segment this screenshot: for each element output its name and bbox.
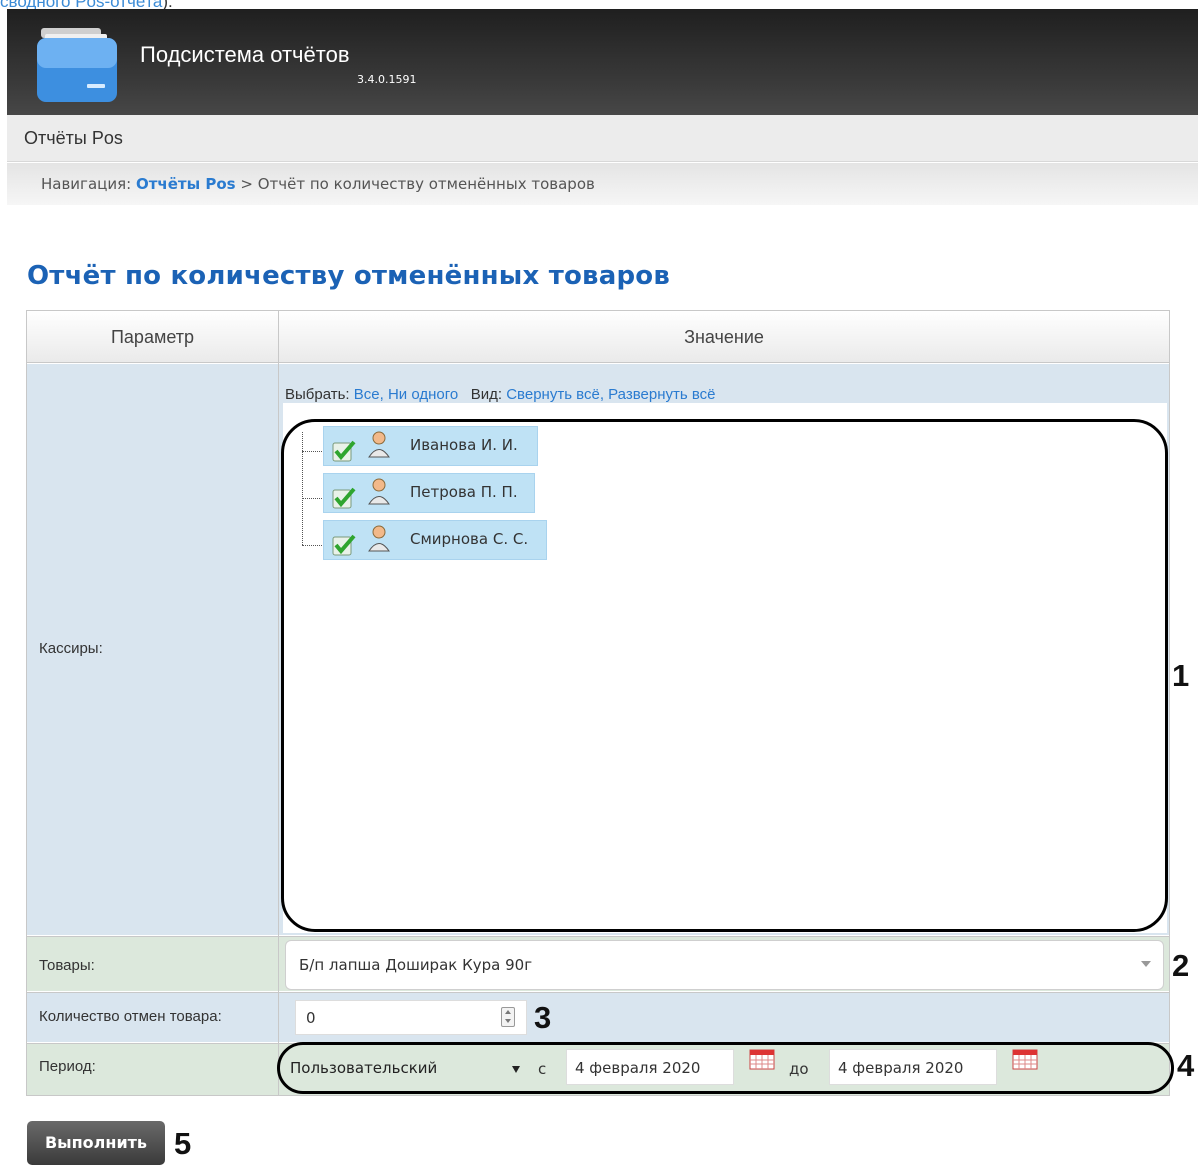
goods-label: Товары: (39, 957, 95, 974)
cancel-count-value: 0 (306, 1009, 316, 1027)
app-header: Подсистема отчётов 3.4.0.1591 (7, 9, 1198, 115)
column-header-value: Значение (279, 311, 1169, 363)
breadcrumb-current: Отчёт по количеству отменённых товаров (257, 175, 595, 193)
spinner-arrows-icon[interactable] (501, 1007, 515, 1027)
folder-app-icon (37, 28, 117, 102)
column-divider (278, 311, 279, 1095)
collapse-all-link[interactable]: Свернуть всё, (506, 386, 604, 403)
callout-frame-cashiers (281, 419, 1168, 932)
select-all-link[interactable]: Все, (354, 386, 384, 403)
goods-combobox[interactable]: Б/п лапша Доширак Кура 90г (285, 940, 1164, 990)
callout-number: 1 (1172, 658, 1190, 693)
expand-all-link[interactable]: Развернуть всё (608, 386, 715, 403)
section-header: Отчёты Pos (7, 115, 1198, 162)
run-button[interactable]: Выполнить (27, 1121, 165, 1165)
cancel-count-stepper[interactable]: 0 (295, 1000, 527, 1035)
callout-number: 5 (174, 1126, 192, 1161)
app-title: Подсистема отчётов (140, 42, 350, 67)
callout-number: 2 (1172, 948, 1190, 983)
goods-value: Б/п лапша Доширак Кура 90г (299, 956, 533, 974)
column-header-parameter: Параметр (27, 311, 278, 363)
view-label: Вид: (470, 386, 503, 403)
select-label: Выбрать: (285, 386, 350, 403)
breadcrumb: Навигация: Отчёты Pos > Отчёт по количес… (7, 163, 1198, 205)
callout-number: 4 (1177, 1048, 1195, 1083)
section-title: Отчёты Pos (24, 128, 123, 148)
page-title: Отчёт по количеству отменённых товаров (27, 261, 670, 291)
select-none-link[interactable]: Ни одного (388, 386, 458, 403)
callout-number: 3 (534, 1000, 552, 1035)
callout-frame-period (277, 1042, 1174, 1094)
count-label: Количество отмен товара: (39, 1008, 222, 1025)
cashiers-label: Кассиры: (39, 640, 103, 657)
breadcrumb-separator: > (240, 175, 253, 193)
app-version: 3.4.0.1591 (357, 73, 417, 86)
breadcrumb-link-pos-reports[interactable]: Отчёты Pos (136, 175, 236, 193)
selection-toolbar: Выбрать: Все, Ни одного Вид: Свернуть вс… (285, 386, 715, 403)
breadcrumb-prefix: Навигация: (41, 175, 132, 193)
period-label: Период: (39, 1058, 96, 1075)
chevron-down-icon[interactable] (1141, 961, 1151, 967)
